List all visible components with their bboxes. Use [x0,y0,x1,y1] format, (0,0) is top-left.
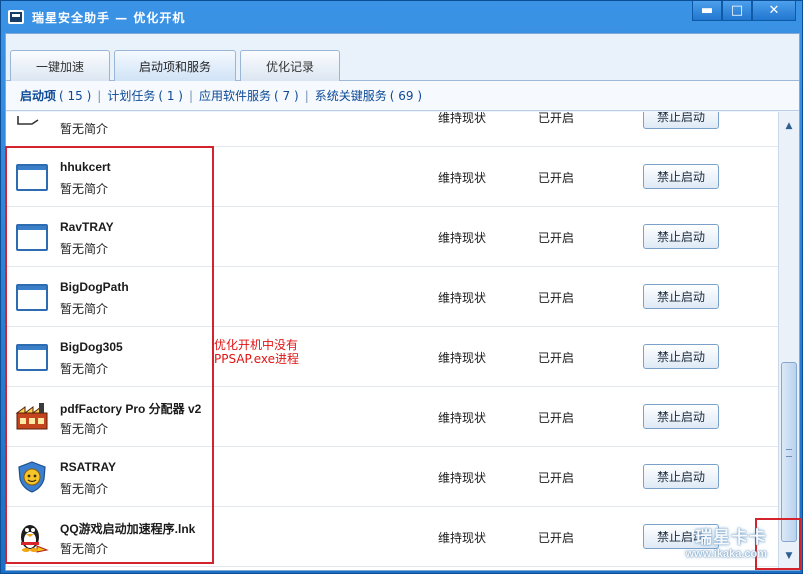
item-status: 已开启 [538,171,575,185]
list-item: 暂无简介 维持现状 已开启 禁止启动 [6,112,778,147]
item-description: 暂无简介 [60,302,109,316]
item-description: 暂无简介 [60,122,109,136]
subnav-app-services[interactable]: 应用软件服务 ( 7 ) [199,87,299,104]
disable-startup-button[interactable]: 禁止启动 [643,524,719,549]
disable-startup-button[interactable]: 禁止启动 [643,224,719,249]
tab-bar: 一键加速 启动项和服务 优化记录 [6,34,799,82]
factory-icon [14,400,50,434]
annotation-line: PPSAP.exe进程 [214,352,299,366]
subnav-count: ( 69 ) [389,88,423,103]
subnav-separator: | [188,88,194,103]
item-status: 已开启 [538,471,575,485]
window-icon [14,280,50,314]
list-item: BigDogPath 暂无简介 维持现状 已开启 禁止启动 [6,267,778,327]
list-item: hhukcert 暂无简介 维持现状 已开启 禁止启动 [6,147,778,207]
item-suggestion: 维持现状 [438,471,487,485]
annotation-line: 优化开机中没有 [214,338,299,352]
item-status: 已开启 [538,531,575,545]
title-bar[interactable]: 瑞星安全助手 — 优化开机 ▬ □ ✕ [1,1,802,33]
subnav-scheduled-tasks[interactable]: 计划任务 ( 1 ) [107,87,183,104]
item-status: 已开启 [538,231,575,245]
item-suggestion: 维持现状 [438,112,487,125]
client-area: 一键加速 启动项和服务 优化记录 启动项 ( 15 ) | 计划任务 ( 1 )… [5,33,800,571]
disable-startup-button[interactable]: 禁止启动 [643,112,719,129]
scroll-down-arrow-icon[interactable]: ▼ [781,548,797,564]
subnav-system-services[interactable]: 系统关键服务 ( 69 ) [315,87,422,104]
disable-startup-button[interactable]: 禁止启动 [643,164,719,189]
disable-startup-button[interactable]: 禁止启动 [643,344,719,369]
list-item: pdfFactory Pro 分配器 v2 暂无简介 维持现状 已开启 禁止启动 [6,387,778,447]
item-status: 已开启 [538,351,575,365]
item-name: pdfFactory Pro 分配器 v2 [60,402,202,416]
subnav-label: 启动项 [20,89,57,103]
item-name: hhukcert [60,160,111,174]
window-controls: ▬ □ ✕ [692,1,796,21]
item-name: QQ游戏启动加速程序.lnk [60,522,196,536]
app-icon [8,10,24,24]
startup-item-list: 暂无简介 维持现状 已开启 禁止启动 hhukcert 暂无简介 维持现状 已开… [6,112,778,570]
item-suggestion: 维持现状 [438,411,487,425]
item-description: 暂无简介 [60,482,109,496]
item-name: RavTRAY [60,220,114,234]
subnav-label: 系统关键服务 [314,89,387,103]
item-suggestion: 维持现状 [438,171,487,185]
tab-one-click-speedup[interactable]: 一键加速 [10,50,110,81]
item-status: 已开启 [538,291,575,305]
scroll-up-arrow-icon[interactable]: ▲ [781,118,797,134]
maximize-button[interactable]: □ [722,1,752,21]
subnav-separator: | [97,88,102,103]
list-item: RavTRAY 暂无简介 维持现状 已开启 禁止启动 [6,207,778,267]
item-name: BigDogPath [60,280,129,294]
subnav-count: ( 1 ) [158,88,183,103]
annotation-note: 优化开机中没有 PPSAP.exe进程 [214,338,299,366]
qq-penguin-icon [14,520,50,554]
tab-optimize-history[interactable]: 优化记录 [240,50,340,81]
item-name: RSATRAY [60,460,117,474]
grip-icon [786,449,792,457]
item-name: BigDog305 [60,340,123,354]
sub-navigation: 启动项 ( 15 ) | 计划任务 ( 1 ) | 应用软件服务 ( 7 ) |… [6,81,799,111]
rising-shield-icon [14,460,50,494]
item-description: 暂无简介 [60,242,109,256]
item-suggestion: 维持现状 [438,531,487,545]
item-suggestion: 维持现状 [438,231,487,245]
list-item: RSATRAY 暂无简介 维持现状 已开启 禁止启动 [6,447,778,507]
item-suggestion: 维持现状 [438,351,487,365]
close-button[interactable]: ✕ [752,1,796,21]
subnav-count: ( 7 ) [274,88,299,103]
vertical-scrollbar[interactable]: ▲ ▼ [778,112,799,570]
item-status: 已开启 [538,411,575,425]
disable-startup-button[interactable]: 禁止启动 [643,404,719,429]
tab-startup-and-services[interactable]: 启动项和服务 [114,50,236,82]
window-icon [14,220,50,254]
window-title: 瑞星安全助手 — 优化开机 [32,10,186,25]
disable-startup-button[interactable]: 禁止启动 [643,284,719,309]
scrollbar-thumb[interactable] [781,362,797,542]
item-description: 暂无简介 [60,182,109,196]
subnav-label: 应用软件服务 [199,89,272,103]
list-item: BigDog305 暂无简介 维持现状 已开启 禁止启动 [6,327,778,387]
window-icon [14,112,50,134]
disable-startup-button[interactable]: 禁止启动 [643,464,719,489]
item-description: 暂无简介 [60,542,109,556]
subnav-separator: | [304,88,309,103]
minimize-button[interactable]: ▬ [692,1,722,21]
item-description: 暂无简介 [60,362,109,376]
list-item: QQ游戏启动加速程序.lnk 暂无简介 维持现状 已开启 禁止启动 [6,507,778,567]
subnav-label: 计划任务 [107,89,156,103]
item-suggestion: 维持现状 [438,291,487,305]
window-icon [14,340,50,374]
subnav-startup-items[interactable]: 启动项 ( 15 ) [20,87,91,104]
subnav-count: ( 15 ) [59,88,92,103]
main-window: 瑞星安全助手 — 优化开机 ▬ □ ✕ 一键加速 启动项和服务 优化记录 启动项… [0,0,803,574]
window-icon [14,160,50,194]
item-status: 已开启 [538,112,575,125]
item-description: 暂无简介 [60,422,109,436]
